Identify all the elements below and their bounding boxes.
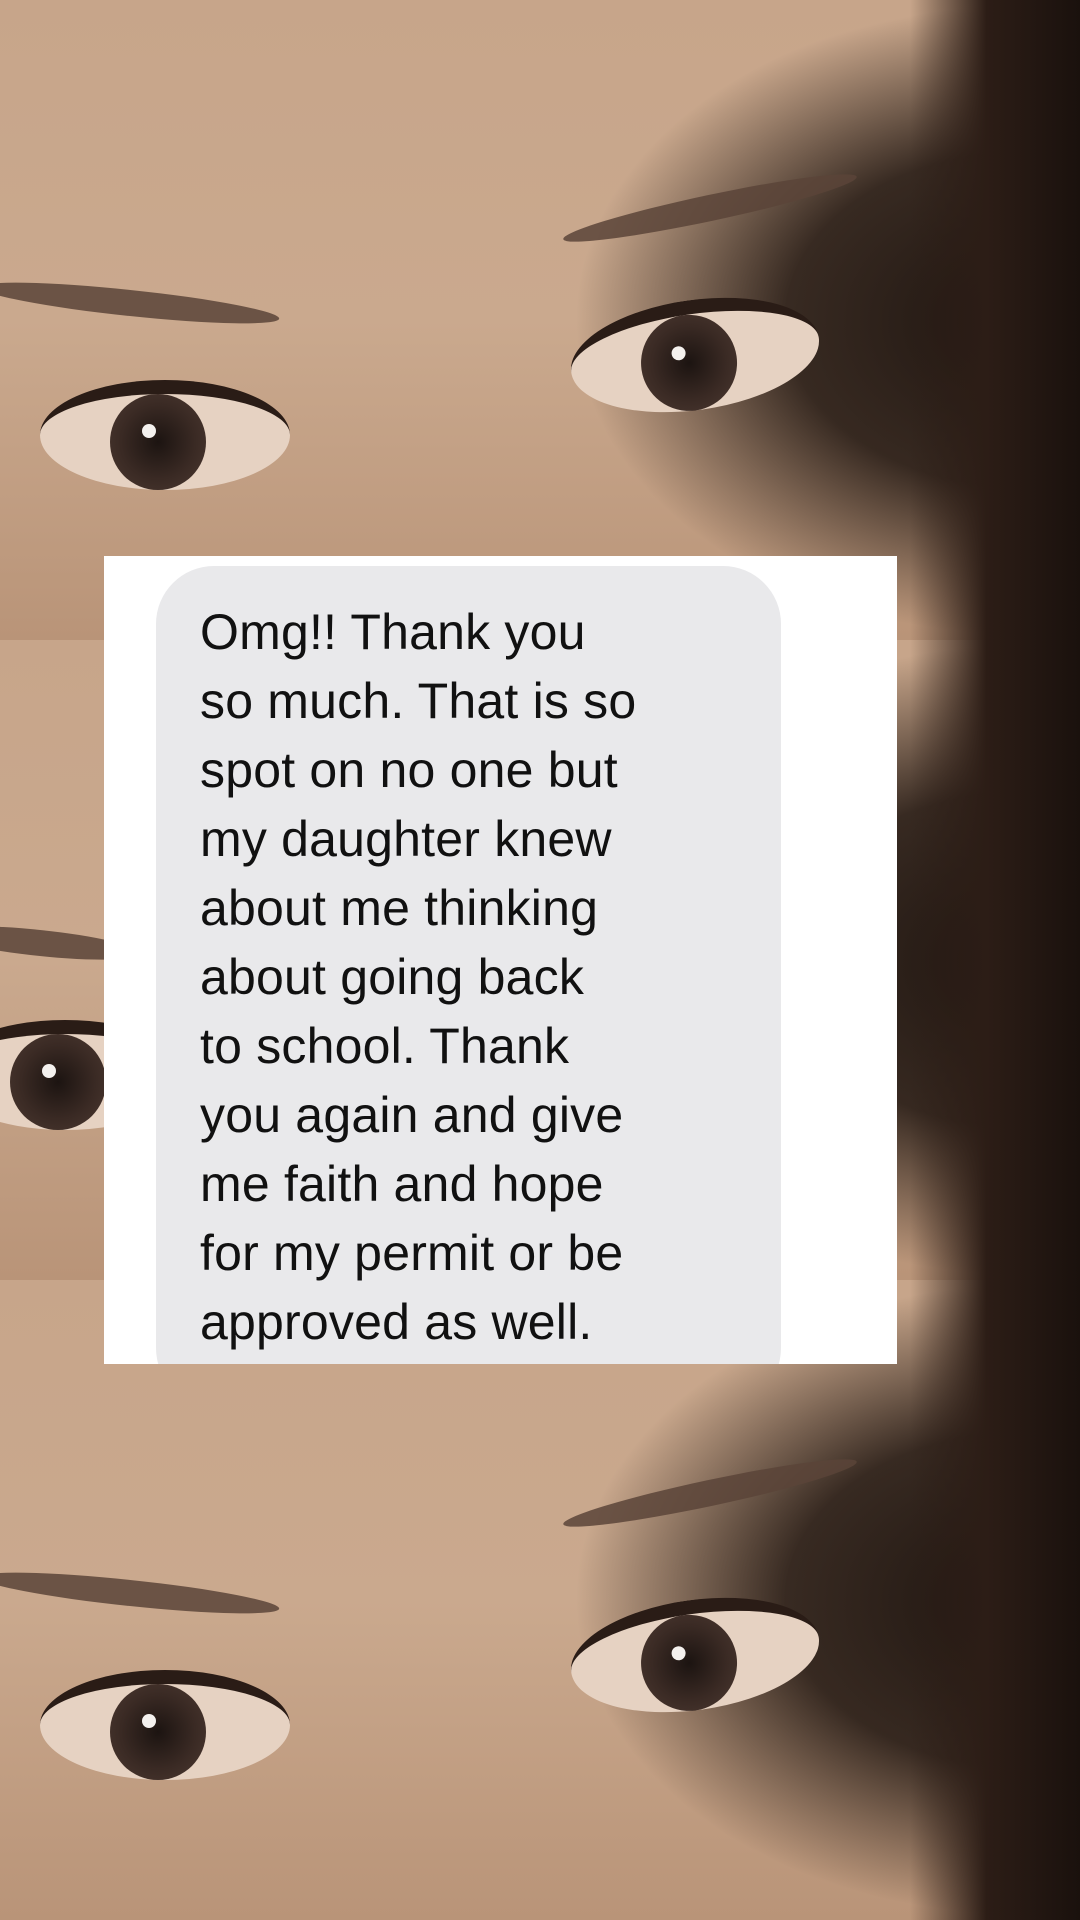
- message-screenshot: Omg!! Thank you so much. That is so spot…: [104, 556, 897, 1364]
- message-line: spot on no one but: [200, 742, 618, 798]
- left-iris: [110, 1684, 206, 1780]
- right-eye: [563, 1583, 827, 1727]
- message-text: Omg!! Thank you so much. That is so spot…: [200, 598, 760, 1357]
- message-line: about me thinking: [200, 880, 599, 936]
- right-catchlight: [670, 345, 687, 362]
- left-eyebrow: [0, 274, 281, 332]
- left-eye: [40, 1670, 290, 1780]
- hair-shadow: [910, 0, 1080, 640]
- hair-shadow: [910, 640, 1080, 1280]
- right-catchlight: [670, 1645, 687, 1662]
- message-line: you again and give: [200, 1087, 624, 1143]
- left-catchlight: [42, 1064, 56, 1078]
- right-iris: [634, 308, 744, 418]
- left-iris: [10, 1034, 106, 1130]
- message-line: approved as well.: [200, 1294, 593, 1350]
- right-eye: [563, 283, 827, 427]
- background-photo-top: [0, 0, 1080, 640]
- hair-shadow: [910, 1280, 1080, 1920]
- left-eyebrow: [0, 1564, 281, 1622]
- message-line: Omg!! Thank you: [200, 604, 586, 660]
- message-line: my daughter knew: [200, 811, 612, 867]
- message-line: to school. Thank: [200, 1018, 570, 1074]
- left-catchlight: [142, 1714, 156, 1728]
- left-catchlight: [142, 424, 156, 438]
- message-line: me faith and hope: [200, 1156, 604, 1212]
- right-eyebrow: [560, 1449, 860, 1537]
- message-line: so much. That is so: [200, 673, 637, 729]
- right-iris: [634, 1608, 744, 1718]
- left-eye: [40, 380, 290, 490]
- background-photo-bottom: [0, 1280, 1080, 1920]
- right-eyebrow: [560, 164, 860, 252]
- message-line: for my permit or be: [200, 1225, 624, 1281]
- message-line: about going back: [200, 949, 585, 1005]
- left-iris: [110, 394, 206, 490]
